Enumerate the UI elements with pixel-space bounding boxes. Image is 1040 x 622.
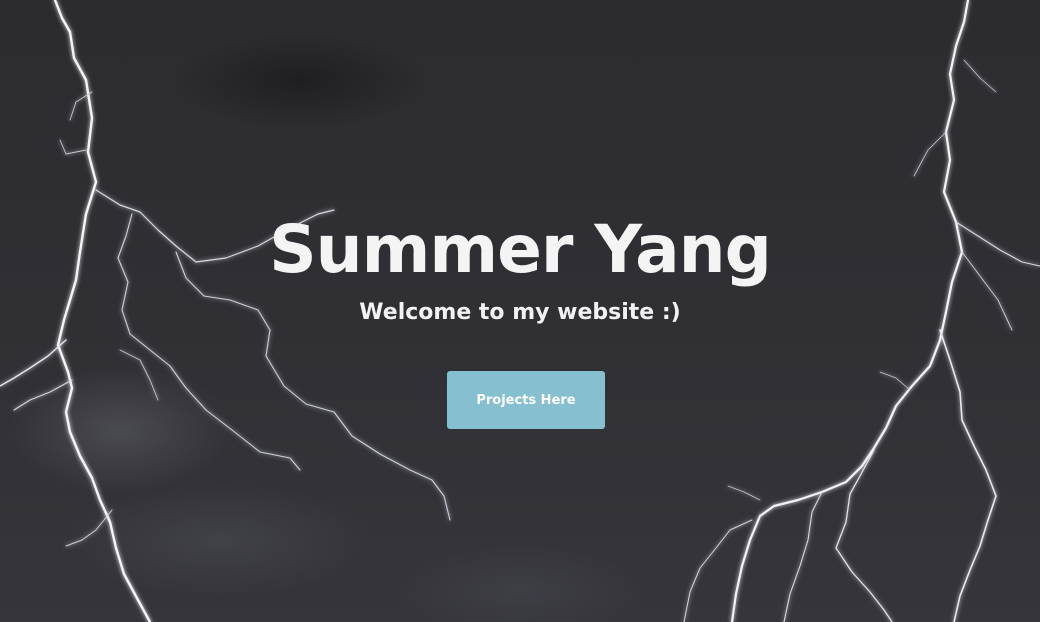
- site-title: Summer Yang: [269, 211, 772, 288]
- projects-button[interactable]: Projects Here: [447, 371, 605, 429]
- welcome-subtitle: Welcome to my website :): [359, 300, 681, 325]
- hero-content: Summer Yang Welcome to my website :) Pro…: [0, 0, 1040, 622]
- hero-section: Summer Yang Welcome to my website :) Pro…: [0, 0, 1040, 622]
